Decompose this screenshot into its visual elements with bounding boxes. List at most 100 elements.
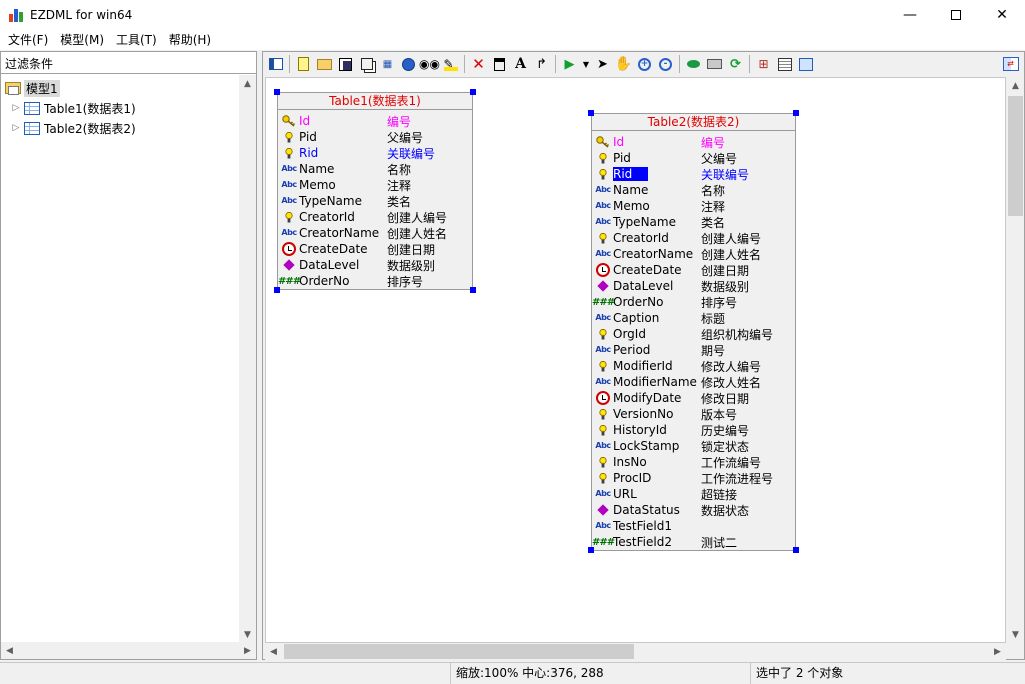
diagram-canvas[interactable]: Table1(数据表1) Id 编号 Pid 父编号 Rid 关联编号 Abc Name 名称 A… — [265, 77, 1006, 643]
new-entity-button[interactable] — [489, 54, 510, 74]
field-row-memo[interactable]: Abc Memo 注释 — [592, 198, 725, 214]
field-row-historyid[interactable]: HistoryId 历史编号 — [592, 422, 749, 438]
new-file-button[interactable] — [293, 54, 314, 74]
field-row-createdate[interactable]: CreateDate 创建日期 — [592, 262, 749, 278]
field-row-name[interactable]: Abc Name 名称 — [592, 182, 725, 198]
scroll-up-icon[interactable]: ▲ — [1007, 77, 1024, 94]
menu-help[interactable]: 帮助(H) — [163, 30, 217, 50]
zoom-out-button[interactable]: - — [655, 54, 676, 74]
field-row-typename[interactable]: Abc TypeName 类名 — [278, 193, 411, 209]
expand-arrow-icon[interactable]: ▷ — [11, 123, 21, 133]
expand-arrow-icon[interactable]: ▷ — [11, 103, 21, 113]
menu-tools[interactable]: 工具(T) — [110, 30, 163, 50]
field-row-modifiername[interactable]: Abc ModifierName 修改人姓名 — [592, 374, 761, 390]
copy-button[interactable] — [356, 54, 377, 74]
field-row-caption[interactable]: Abc Caption 标题 — [592, 310, 725, 326]
field-row-id[interactable]: Id 编号 — [592, 134, 725, 150]
refresh-button[interactable]: ⟳ — [725, 54, 746, 74]
field-row-modifierid[interactable]: ModifierId 修改人编号 — [592, 358, 761, 374]
field-row-insno[interactable]: InsNo 工作流编号 — [592, 454, 761, 470]
field-row-datalevel[interactable]: DataLevel 数据级别 — [592, 278, 749, 294]
selection-handle[interactable] — [274, 89, 280, 95]
field-row-datalevel[interactable]: DataLevel 数据级别 — [278, 257, 435, 273]
open-folder-button[interactable] — [314, 54, 335, 74]
field-row-datastatus[interactable]: DataStatus 数据状态 — [592, 502, 749, 518]
canvas-horizontal-scrollbar[interactable]: ◀ ▶ — [265, 643, 1006, 660]
tree-node-model1[interactable]: 模型1 — [5, 78, 60, 98]
properties-button[interactable] — [774, 54, 795, 74]
scroll-down-icon[interactable]: ▼ — [1007, 626, 1024, 643]
link-button[interactable]: ↱ — [531, 54, 552, 74]
entity-table2[interactable]: Table2(数据表2) Id 编号 Pid 父编号 Rid 关联编号 Abc Name 名称 A… — [591, 113, 796, 551]
scroll-left-icon[interactable]: ◀ — [1, 642, 18, 659]
view-button[interactable] — [683, 54, 704, 74]
field-row-id[interactable]: Id 编号 — [278, 113, 411, 129]
field-row-period[interactable]: Abc Period 期号 — [592, 342, 725, 358]
selection-handle[interactable] — [274, 287, 280, 293]
field-row-name[interactable]: Abc Name 名称 — [278, 161, 411, 177]
menu-file[interactable]: 文件(F) — [2, 30, 54, 50]
menu-model[interactable]: 模型(M) — [54, 30, 110, 50]
zoom-in-button[interactable]: + — [634, 54, 655, 74]
field-row-typename[interactable]: Abc TypeName 类名 — [592, 214, 725, 230]
field-row-orderno[interactable]: ### OrderNo 排序号 — [278, 273, 423, 289]
highlight-button[interactable]: ✎ — [440, 54, 461, 74]
find-button[interactable]: ◉◉ — [419, 54, 440, 74]
swap-button[interactable]: ⇄ — [1000, 54, 1021, 74]
field-row-creatorid[interactable]: CreatorId 创建人编号 — [278, 209, 447, 225]
save-button[interactable] — [335, 54, 356, 74]
field-row-pid[interactable]: Pid 父编号 — [278, 129, 423, 145]
pointer-button[interactable]: ➤ — [592, 54, 613, 74]
entity-table1[interactable]: Table1(数据表1) Id 编号 Pid 父编号 Rid 关联编号 Abc Name 名称 A… — [277, 92, 473, 290]
field-row-lockstamp[interactable]: Abc LockStamp 锁定状态 — [592, 438, 749, 454]
field-row-memo[interactable]: Abc Memo 注释 — [278, 177, 411, 193]
field-row-creatorname[interactable]: Abc CreatorName 创建人姓名 — [592, 246, 761, 262]
selection-handle[interactable] — [793, 110, 799, 116]
scroll-thumb[interactable] — [284, 644, 634, 659]
hand-button[interactable]: ✋ — [613, 54, 634, 74]
scroll-down-icon[interactable]: ▼ — [239, 626, 256, 643]
selection-handle[interactable] — [470, 89, 476, 95]
scroll-thumb[interactable] — [1008, 96, 1023, 216]
minimize-button[interactable]: — — [887, 0, 933, 30]
maximize-button[interactable] — [933, 0, 979, 30]
tree-vertical-scrollbar[interactable]: ▲ ▼ — [239, 75, 256, 643]
selection-handle[interactable] — [588, 547, 594, 553]
close-button[interactable]: ✕ — [979, 0, 1025, 30]
tree-horizontal-scrollbar[interactable]: ◀ ▶ — [1, 642, 256, 659]
globe-button[interactable] — [398, 54, 419, 74]
align-button[interactable]: ▦ — [377, 54, 398, 74]
scroll-left-icon[interactable]: ◀ — [265, 643, 282, 660]
field-row-orgid[interactable]: OrgId 组织机构编号 — [592, 326, 773, 342]
tree-node-table1[interactable]: ▷ Table1(数据表1) — [11, 98, 136, 118]
run-dropdown-button[interactable]: ▼ — [580, 54, 592, 74]
field-row-orderno[interactable]: ### OrderNo 排序号 — [592, 294, 737, 310]
scroll-right-icon[interactable]: ▶ — [239, 642, 256, 659]
selection-handle[interactable] — [588, 110, 594, 116]
field-row-creatorid[interactable]: CreatorId 创建人编号 — [592, 230, 761, 246]
import-button[interactable]: ⊞ — [753, 54, 774, 74]
scroll-right-icon[interactable]: ▶ — [989, 643, 1006, 660]
print-button[interactable] — [704, 54, 725, 74]
fit-button[interactable] — [795, 54, 816, 74]
field-row-procid[interactable]: ProcID 工作流进程号 — [592, 470, 773, 486]
field-row-testfield2[interactable]: ### TestField2 测试二 — [592, 534, 737, 550]
filter-input[interactable]: 过滤条件 — [1, 52, 256, 74]
scroll-up-icon[interactable]: ▲ — [239, 75, 256, 92]
field-row-creatorname[interactable]: Abc CreatorName 创建人姓名 — [278, 225, 447, 241]
field-row-rid[interactable]: Rid 关联编号 — [278, 145, 435, 161]
run-button[interactable]: ▶ — [559, 54, 580, 74]
field-row-createdate[interactable]: CreateDate 创建日期 — [278, 241, 435, 257]
selection-handle[interactable] — [470, 287, 476, 293]
field-row-modifydate[interactable]: ModifyDate 修改日期 — [592, 390, 749, 406]
field-row-versionno[interactable]: VersionNo 版本号 — [592, 406, 737, 422]
toggle-panel-button[interactable] — [265, 54, 286, 74]
field-row-url[interactable]: Abc URL 超链接 — [592, 486, 737, 502]
field-row-pid[interactable]: Pid 父编号 — [592, 150, 737, 166]
selection-handle[interactable] — [793, 547, 799, 553]
field-row-rid[interactable]: Rid 关联编号 — [592, 166, 749, 182]
canvas-vertical-scrollbar[interactable]: ▲ ▼ — [1007, 77, 1024, 643]
field-row-testfield1[interactable]: Abc TestField1 — [592, 518, 701, 534]
tree-node-table2[interactable]: ▷ Table2(数据表2) — [11, 118, 136, 138]
delete-button[interactable]: ✕ — [468, 54, 489, 74]
